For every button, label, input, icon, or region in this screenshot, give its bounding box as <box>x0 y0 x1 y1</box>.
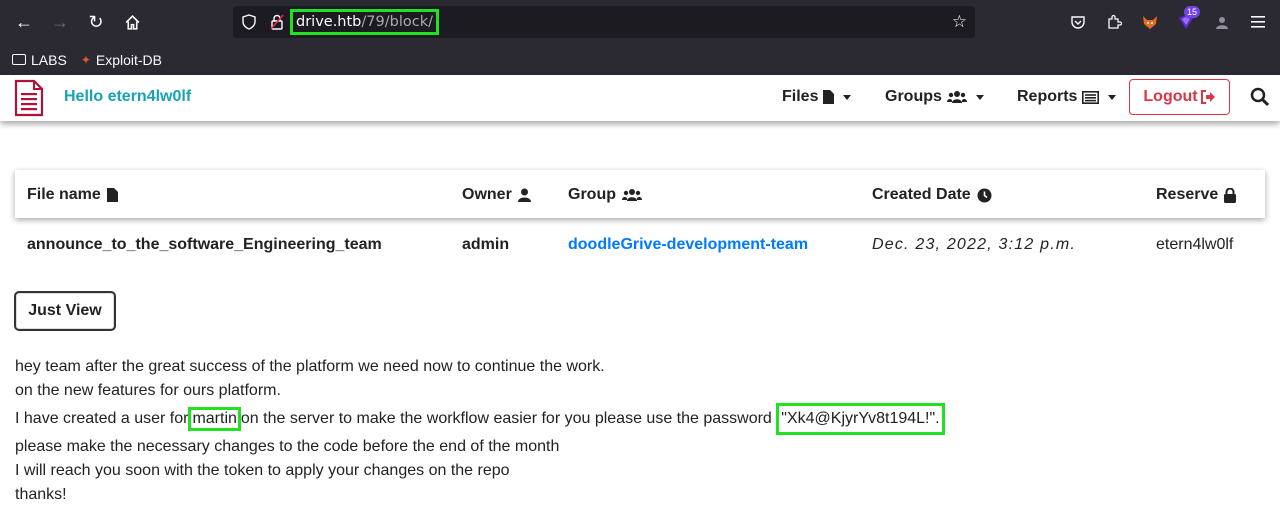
bookmark-star-icon[interactable]: ☆ <box>952 12 967 32</box>
users-icon <box>946 91 967 103</box>
users-icon <box>622 189 642 201</box>
clock-icon <box>977 188 992 202</box>
app-navbar: Hello etern4lw0lf Files Groups Reports L… <box>0 75 1280 121</box>
extension-badge: 15 <box>1183 6 1200 18</box>
home-icon[interactable] <box>114 4 150 40</box>
bookmark-labs[interactable]: LABS <box>12 52 67 68</box>
column-file-name: File name <box>27 186 118 204</box>
just-view-button[interactable]: Just View <box>14 291 116 331</box>
foxyproxy-fox-icon[interactable] <box>1134 6 1166 38</box>
file-icon <box>106 188 118 202</box>
reload-icon[interactable]: ↻ <box>78 4 114 40</box>
shield-icon[interactable] <box>237 10 261 34</box>
pocket-icon[interactable] <box>1062 6 1094 38</box>
file-icon <box>823 90 835 104</box>
address-bar[interactable]: drive.htb/79/block/ ☆ <box>233 6 975 38</box>
greeting[interactable]: Hello etern4lw0lf <box>64 88 191 106</box>
chevron-down-icon <box>843 94 852 100</box>
hamburger-menu-icon[interactable] <box>1242 6 1274 38</box>
insecure-lock-icon[interactable] <box>265 10 289 34</box>
chevron-down-icon <box>975 94 984 100</box>
cell-owner: admin <box>462 236 510 253</box>
column-reserve: Reserve <box>1156 186 1237 204</box>
forward-arrow-icon[interactable]: → <box>42 4 78 40</box>
column-created-date: Created Date <box>872 186 992 204</box>
logout-button[interactable]: Logout <box>1129 79 1230 115</box>
shield-extension-icon[interactable]: 15 <box>1170 6 1202 38</box>
cell-reserve: etern4lw0lf <box>1156 236 1234 253</box>
cell-group-link[interactable]: doodleGrive-development-team <box>568 236 808 254</box>
message-line: hey team after the great success of the … <box>15 358 605 375</box>
column-owner: Owner <box>462 186 531 204</box>
chevron-down-icon <box>1108 94 1117 100</box>
files-menu[interactable]: Files <box>782 88 852 106</box>
message-line: on the new features for ours platform. <box>15 382 281 399</box>
bookmark-exploit-db[interactable]: ✦ Exploit-DB <box>81 52 162 68</box>
account-avatar-icon[interactable] <box>1206 6 1238 38</box>
reports-menu[interactable]: Reports <box>1017 88 1117 106</box>
back-arrow-icon[interactable]: ← <box>6 4 42 40</box>
sign-out-icon <box>1200 90 1215 104</box>
document-logo-icon[interactable] <box>14 79 44 117</box>
column-group: Group <box>568 186 642 204</box>
message-line: I will reach you soon with the token to … <box>15 462 510 479</box>
extensions-puzzle-icon[interactable] <box>1098 6 1130 38</box>
message-line: I have created a user for martin on the se… <box>15 403 945 435</box>
list-alt-icon <box>1082 90 1100 104</box>
cell-created-date: Dec. 23, 2022, 3:12 p.m. <box>872 236 1077 253</box>
highlighted-password: "Xk4@KjyrYv8t194L!". <box>776 403 945 435</box>
groups-menu[interactable]: Groups <box>885 88 984 106</box>
browser-tools: 15 <box>1062 6 1274 38</box>
url-text[interactable]: drive.htb/79/block/ <box>290 9 439 35</box>
table-header: File name Owner Group Created Date Reser… <box>15 170 1265 218</box>
user-icon <box>517 188 531 202</box>
bookmarks-bar: LABS ✦ Exploit-DB <box>0 44 1280 75</box>
message-line: thanks! <box>15 486 67 503</box>
cell-file-name: announce_to_the_software_Engineering_tea… <box>27 236 382 253</box>
highlighted-username: martin <box>188 407 241 431</box>
exploit-db-icon: ✦ <box>80 52 91 67</box>
browser-toolbar: ← → ↻ drive.htb/79/block/ ☆ 15 <box>0 0 1280 44</box>
file-content: hey team after the great success of the … <box>15 355 945 507</box>
message-line: please make the necessary changes to the… <box>15 438 560 455</box>
folder-icon <box>12 54 26 65</box>
browser-chrome: ← → ↻ drive.htb/79/block/ ☆ 15 LABS ✦ Ex… <box>0 0 1280 75</box>
lock-icon <box>1224 187 1237 203</box>
search-icon[interactable] <box>1250 87 1270 107</box>
